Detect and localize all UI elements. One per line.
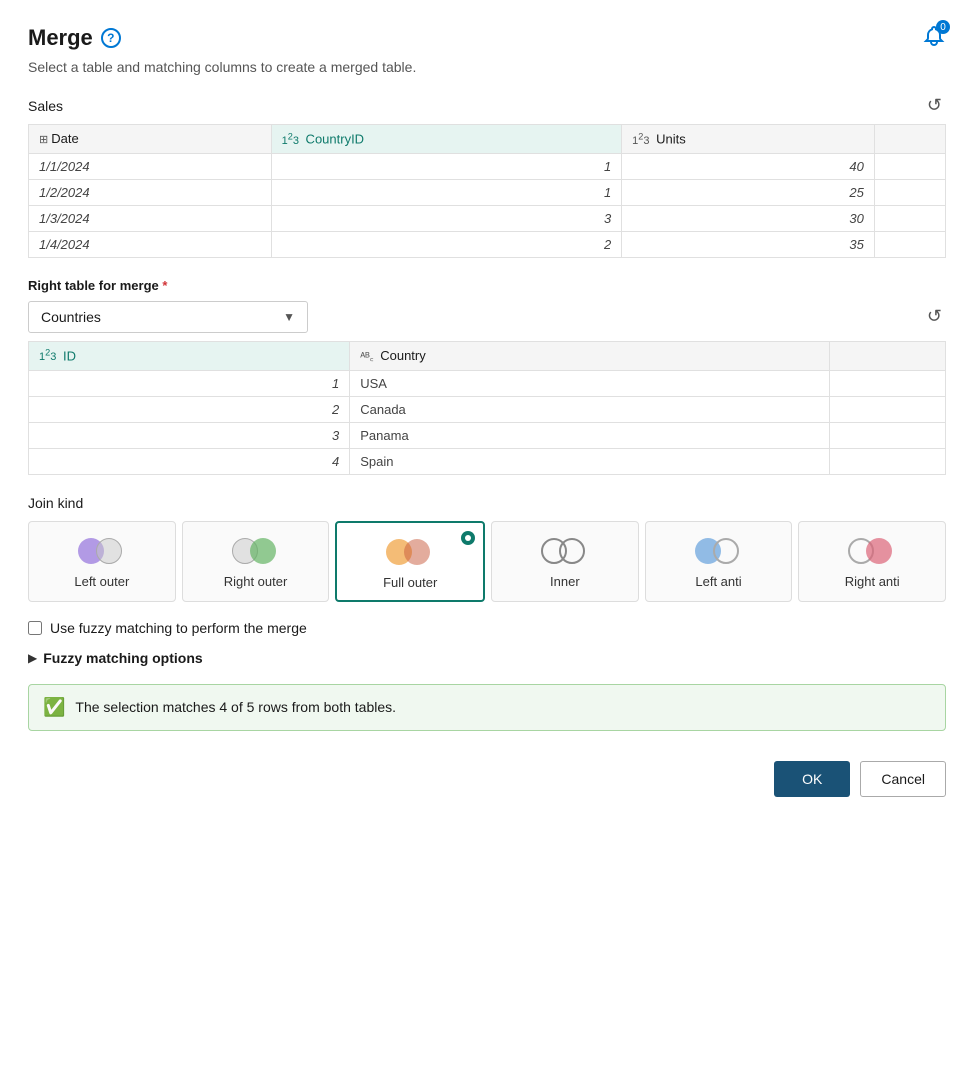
sales-section-label: Sales ↺ xyxy=(28,93,946,118)
table-row: 1/2/2024 1 25 xyxy=(29,179,946,205)
venn-right-outer xyxy=(232,536,280,566)
notification-icon[interactable]: 0 xyxy=(922,24,946,51)
join-card-left-anti[interactable]: Left anti xyxy=(645,521,793,602)
countries-col-country[interactable]: ᴬᴮ꜀ Country xyxy=(350,341,829,370)
cell-empty-c3 xyxy=(829,422,945,448)
join-cards-container: Left outer Right outer Full outer Inner … xyxy=(28,521,946,602)
sales-col-empty xyxy=(874,125,945,154)
sales-col-countryid[interactable]: 123 CountryID xyxy=(271,125,622,154)
table-row: 2 Canada xyxy=(29,396,946,422)
join-kind-label: Join kind xyxy=(28,495,946,511)
venn-right-anti xyxy=(848,536,896,566)
fuzzy-matching-checkbox[interactable] xyxy=(28,621,42,635)
cell-country-1: USA xyxy=(350,370,829,396)
venn-left-outer xyxy=(78,536,126,566)
cell-date-3: 1/3/2024 xyxy=(29,205,272,231)
cell-country-3: Panama xyxy=(350,422,829,448)
dropdown-value: Countries xyxy=(41,309,101,325)
fuzzy-options-row[interactable]: ▶ Fuzzy matching options xyxy=(28,650,946,666)
fuzzy-options-label: Fuzzy matching options xyxy=(43,650,202,666)
cell-country-2: Canada xyxy=(350,396,829,422)
join-card-inner-label: Inner xyxy=(550,574,580,589)
venn-left-anti xyxy=(695,536,743,566)
cell-units-1: 40 xyxy=(622,153,875,179)
cell-empty-c2 xyxy=(829,396,945,422)
cell-countryid-4: 2 xyxy=(271,231,622,257)
cell-date-2: 1/2/2024 xyxy=(29,179,272,205)
cell-date-4: 1/4/2024 xyxy=(29,231,272,257)
subtitle: Select a table and matching columns to c… xyxy=(28,59,946,75)
expand-arrow-icon: ▶ xyxy=(28,651,37,665)
countries-table: 123 ID ᴬᴮ꜀ Country 1 USA 2 Canada 3 Pana… xyxy=(28,341,946,475)
venn-inner xyxy=(541,536,589,566)
cell-empty-2 xyxy=(874,179,945,205)
status-message: The selection matches 4 of 5 rows from b… xyxy=(75,699,396,715)
cell-countryid-3: 3 xyxy=(271,205,622,231)
venn-full-outer xyxy=(386,537,434,567)
title-group: Merge ? xyxy=(28,25,121,51)
fuzzy-matching-row: Use fuzzy matching to perform the merge xyxy=(28,620,946,636)
join-card-full-outer-label: Full outer xyxy=(383,575,437,590)
ok-button[interactable]: OK xyxy=(774,761,850,797)
join-card-left-outer[interactable]: Left outer xyxy=(28,521,176,602)
cell-empty-1 xyxy=(874,153,945,179)
countries-col-empty xyxy=(829,341,945,370)
join-card-right-outer[interactable]: Right outer xyxy=(182,521,330,602)
join-card-right-outer-label: Right outer xyxy=(224,574,288,589)
table-row: 1/1/2024 1 40 xyxy=(29,153,946,179)
cell-date-1: 1/1/2024 xyxy=(29,153,272,179)
countries-col-id[interactable]: 123 ID xyxy=(29,341,350,370)
dropdown-row: Countries ▼ ↺ xyxy=(28,301,946,333)
cell-countryid-2: 1 xyxy=(271,179,622,205)
table-row: 1/4/2024 2 35 xyxy=(29,231,946,257)
fuzzy-matching-label[interactable]: Use fuzzy matching to perform the merge xyxy=(50,620,307,636)
chevron-down-icon: ▼ xyxy=(283,310,295,324)
join-card-full-outer[interactable]: Full outer xyxy=(335,521,485,602)
help-icon[interactable]: ? xyxy=(101,28,121,48)
footer-row: OK Cancel xyxy=(28,761,946,797)
notification-badge: 0 xyxy=(936,20,950,34)
selected-indicator xyxy=(461,531,475,545)
sales-col-date[interactable]: ⊞Date xyxy=(29,125,272,154)
cell-units-3: 30 xyxy=(622,205,875,231)
page-title: Merge xyxy=(28,25,93,51)
cell-countryid-1: 1 xyxy=(271,153,622,179)
cell-empty-4 xyxy=(874,231,945,257)
right-table-refresh-button[interactable]: ↺ xyxy=(923,304,946,329)
cancel-button[interactable]: Cancel xyxy=(860,761,946,797)
success-icon: ✅ xyxy=(43,697,65,718)
sales-refresh-button[interactable]: ↺ xyxy=(923,93,946,118)
cell-id-4: 4 xyxy=(29,448,350,474)
table-row: 1/3/2024 3 30 xyxy=(29,205,946,231)
cell-id-2: 2 xyxy=(29,396,350,422)
right-table-label: Right table for merge * xyxy=(28,278,946,293)
join-card-inner[interactable]: Inner xyxy=(491,521,639,602)
table-row: 4 Spain xyxy=(29,448,946,474)
join-card-left-outer-label: Left outer xyxy=(74,574,129,589)
join-card-right-anti-label: Right anti xyxy=(845,574,900,589)
table-row: 3 Panama xyxy=(29,422,946,448)
cell-empty-3 xyxy=(874,205,945,231)
cell-id-3: 3 xyxy=(29,422,350,448)
header-row: Merge ? 0 xyxy=(28,24,946,51)
join-card-left-anti-label: Left anti xyxy=(695,574,741,589)
cell-country-4: Spain xyxy=(350,448,829,474)
cell-empty-c1 xyxy=(829,370,945,396)
join-card-right-anti[interactable]: Right anti xyxy=(798,521,946,602)
cell-units-4: 35 xyxy=(622,231,875,257)
sales-table: ⊞Date 123 CountryID 123 Units 1/1/2024 1… xyxy=(28,124,946,258)
cell-empty-c4 xyxy=(829,448,945,474)
required-star: * xyxy=(162,278,167,293)
table-row: 1 USA xyxy=(29,370,946,396)
cell-units-2: 25 xyxy=(622,179,875,205)
sales-col-units[interactable]: 123 Units xyxy=(622,125,875,154)
status-bar: ✅ The selection matches 4 of 5 rows from… xyxy=(28,684,946,731)
cell-id-1: 1 xyxy=(29,370,350,396)
right-table-dropdown[interactable]: Countries ▼ xyxy=(28,301,308,333)
